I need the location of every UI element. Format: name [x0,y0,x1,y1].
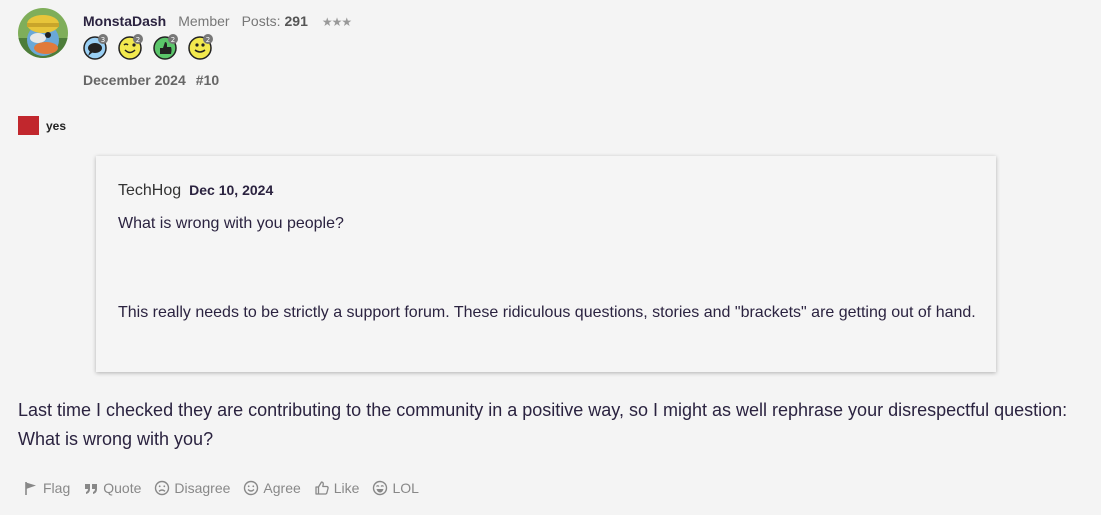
quote-text: What is wrong with you people? [118,215,344,232]
thumbs-up-icon[interactable]: 2 [153,34,179,60]
quote-label: Quote [103,480,142,496]
speech-bubble-icon[interactable]: 3 [83,34,109,60]
agree-button[interactable]: Agree [243,480,301,496]
lol-label: LOL [392,480,419,496]
posts-label: Posts: [241,13,281,29]
badge-count: 3 [101,36,105,44]
post-number[interactable]: #10 [196,72,219,88]
quote-icon [85,484,98,494]
disagree-label: Disagree [174,480,231,496]
smile-face-icon[interactable]: 2 [188,34,214,60]
posts-count: 291 [284,13,308,29]
badge-count: 2 [206,36,210,44]
badge-count: 2 [136,36,140,44]
quote-date: Dec 10, 2024 [189,182,274,198]
author-info: MonstaDash Member Posts: 291 ★★★ [83,13,352,29]
flag-button[interactable]: Flag [23,480,70,496]
thumbs-up-icon [315,481,329,495]
avatar[interactable] [18,8,68,58]
quote-button[interactable]: Quote [83,480,141,496]
post-meta: December 2024 #10 [83,72,219,88]
like-button[interactable]: Like [314,480,360,496]
quote-author[interactable]: TechHog [118,182,181,199]
lol-button[interactable]: LOL [372,480,419,496]
flag-icon [18,116,39,135]
flag-outline-icon [25,482,36,495]
flag-label: yes [46,118,67,133]
author-role: Member [178,13,230,29]
post-actions: Flag Quote Disagree Agree Like LOL [23,480,432,496]
like-label: Like [333,480,360,496]
post-date[interactable]: December 2024 [83,72,186,88]
rank-stars: ★★★ [321,15,352,29]
quote-header: TechHog Dec 10, 2024 [118,182,273,200]
laugh-icon [373,480,388,496]
frown-icon [155,480,170,496]
quote-block: TechHog Dec 10, 2024 What is wrong with y… [96,156,996,372]
agree-label: Agree [263,480,301,496]
quote-text: This really needs to be strictly a suppo… [118,304,976,321]
badge-count: 2 [171,36,175,44]
disagree-button[interactable]: Disagree [154,480,230,496]
post-body: Last time I checked they are contributin… [18,400,1068,449]
author-name[interactable]: MonstaDash [83,13,166,29]
country-flag: yes [18,116,66,135]
wink-face-icon[interactable]: 2 [118,34,144,60]
flag-label: Flag [43,480,71,496]
smile-icon [244,480,259,496]
